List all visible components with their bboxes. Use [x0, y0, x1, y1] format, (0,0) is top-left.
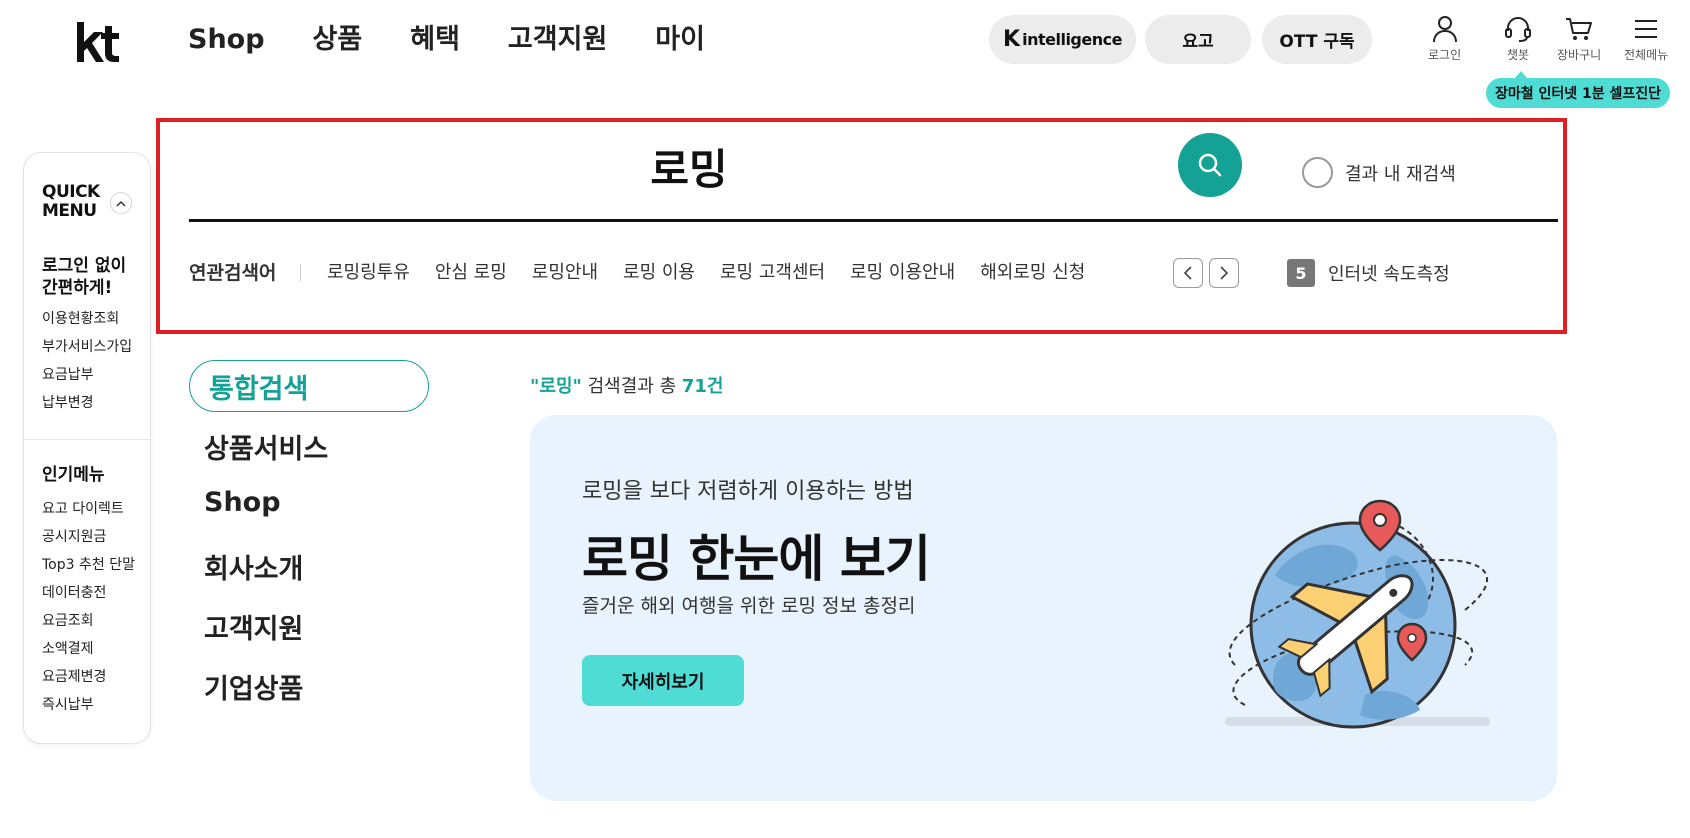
all-menu-label: 전체메뉴	[1624, 48, 1669, 62]
kt-logo[interactable]	[74, 20, 122, 64]
quick-item[interactable]: Top3 추천 단말	[42, 551, 135, 579]
view-details-button[interactable]: 자세히보기	[582, 655, 744, 706]
login-button[interactable]: 로그인	[1428, 14, 1461, 63]
cart-label: 장바구니	[1557, 48, 1602, 62]
quick-popular-list: 요고 다이렉트 공시지원금 Top3 추천 단말 데이터충전 요금조회 소액결제…	[42, 495, 135, 719]
quick-item[interactable]: 공시지원금	[42, 523, 135, 551]
related-keyword[interactable]: 로밍 이용안내	[850, 259, 955, 287]
related-keywords-list: 로밍링투유 안심 로밍 로밍안내 로밍 이용 로밍 고객센터 로밍 이용안내 해…	[327, 259, 1110, 287]
quick-menu-collapse-button[interactable]	[110, 192, 132, 214]
nav-support[interactable]: 고객지원	[508, 20, 607, 60]
cart-button[interactable]: 장바구니	[1557, 14, 1601, 63]
chevron-up-icon	[116, 200, 126, 207]
result-count: "로밍" 검색결과 총 71건	[530, 372, 723, 398]
quick-item[interactable]: 소액결제	[42, 635, 135, 663]
chevron-left-icon	[1183, 266, 1192, 280]
research-label: 결과 내 재검색	[1345, 163, 1456, 185]
quick-item[interactable]: 데이터충전	[42, 579, 135, 607]
quick-item[interactable]: 납부변경	[42, 389, 132, 417]
nav-benefits[interactable]: 혜택	[410, 20, 460, 60]
research-radio[interactable]	[1302, 157, 1333, 188]
quick-section1-title-line2: 간편하게!	[42, 278, 113, 298]
quick-item[interactable]: 요고 다이렉트	[42, 495, 135, 523]
related-keyword[interactable]: 로밍 고객센터	[720, 259, 825, 287]
k-intelligence-button[interactable]: K intelligence	[989, 15, 1136, 64]
rank-keyword: 인터넷 속도측정	[1328, 264, 1450, 285]
tab-integrated-search[interactable]: 통합검색	[189, 360, 429, 412]
ott-subscription-button[interactable]: OTT 구독	[1262, 15, 1372, 64]
tab-company[interactable]: 회사소개	[204, 547, 303, 586]
cart-icon	[1566, 18, 1593, 40]
related-next-button[interactable]	[1209, 258, 1239, 288]
result-keyword: "로밍"	[530, 376, 582, 397]
result-count-prefix: 검색결과 총	[581, 376, 682, 397]
chevron-right-icon	[1220, 266, 1229, 280]
quick-item[interactable]: 요금제변경	[42, 663, 135, 691]
quick-item[interactable]: 이용현황조회	[42, 305, 132, 333]
quick-menu: QUICK MENU 로그인 없이 간편하게! 이용현황조회 부가서비스가입 요…	[23, 152, 151, 744]
research-within-results-toggle[interactable]: 결과 내 재검색	[1302, 157, 1456, 188]
nav-my[interactable]: 마이	[655, 20, 705, 60]
result-count-number: 71건	[681, 376, 724, 397]
banner-subtitle: 로밍을 보다 저렴하게 이용하는 방법	[582, 479, 914, 504]
hamburger-icon	[1635, 20, 1658, 38]
quick-item[interactable]: 요금조회	[42, 607, 135, 635]
banner-title: 로밍 한눈에 보기	[582, 530, 931, 588]
quick-menu-title: QUICK MENU	[42, 183, 100, 221]
related-keyword[interactable]: 로밍안내	[532, 259, 598, 287]
headset-icon	[1505, 17, 1531, 42]
related-divider	[300, 264, 301, 281]
banner-description: 즐거운 해외 여행을 위한 로밍 정보 총정리	[582, 595, 916, 617]
quick-item[interactable]: 즉시납부	[42, 691, 135, 719]
quick-section1-title-line1: 로그인 없이	[42, 256, 127, 276]
quick-title-line2: MENU	[42, 201, 97, 221]
nav-shop[interactable]: Shop	[188, 20, 265, 60]
login-label: 로그인	[1428, 48, 1462, 62]
popular-keyword-ticker[interactable]: 5 인터넷 속도측정	[1287, 259, 1450, 287]
search-underline	[189, 219, 1558, 222]
roaming-banner: 로밍을 보다 저렴하게 이용하는 방법 로밍 한눈에 보기 즐거운 해외 여행을…	[530, 415, 1557, 801]
quick-title-line1: QUICK	[42, 182, 100, 202]
k-mark: K	[1003, 27, 1020, 52]
related-keyword[interactable]: 해외로밍 신청	[980, 259, 1085, 287]
quick-divider	[24, 439, 150, 440]
globe-airplane-illustration	[1225, 499, 1490, 729]
global-nav: Shop 상품 혜택 고객지원 마이	[188, 20, 753, 60]
chatbot-button[interactable]: 챗봇	[1503, 14, 1533, 63]
quick-section-login-free: 로그인 없이 간편하게!	[42, 255, 126, 299]
quick-item[interactable]: 부가서비스가입	[42, 333, 132, 361]
related-prev-button[interactable]	[1173, 258, 1203, 288]
search-icon	[1198, 153, 1222, 177]
tab-enterprise[interactable]: 기업상품	[204, 667, 303, 706]
all-menu-button[interactable]: 전체메뉴	[1624, 14, 1668, 63]
tab-shop[interactable]: Shop	[204, 487, 281, 518]
user-icon	[1432, 16, 1457, 43]
related-keyword[interactable]: 로밍링투유	[327, 259, 410, 287]
tab-customer-support[interactable]: 고객지원	[204, 607, 303, 646]
search-input[interactable]	[189, 136, 1189, 196]
chatbot-label: 챗봇	[1506, 48, 1530, 62]
quick-login-free-list: 이용현황조회 부가서비스가입 요금납부 납부변경	[42, 305, 132, 417]
quick-section-popular: 인기메뉴	[42, 465, 105, 485]
rank-number-badge: 5	[1287, 259, 1315, 287]
self-diagnosis-tooltip[interactable]: 장마철 인터넷 1분 셀프진단	[1486, 71, 1670, 108]
tab-products-services[interactable]: 상품서비스	[204, 427, 328, 466]
nav-products[interactable]: 상품	[313, 20, 363, 60]
k-intelligence-label: intelligence	[1022, 30, 1122, 49]
related-keywords-title: 연관검색어	[189, 262, 277, 284]
search-button[interactable]	[1178, 133, 1242, 197]
related-keyword[interactable]: 로밍 이용	[623, 259, 695, 287]
yogo-button[interactable]: 요고	[1145, 15, 1251, 64]
related-keyword[interactable]: 안심 로밍	[435, 259, 507, 287]
quick-item[interactable]: 요금납부	[42, 361, 132, 389]
